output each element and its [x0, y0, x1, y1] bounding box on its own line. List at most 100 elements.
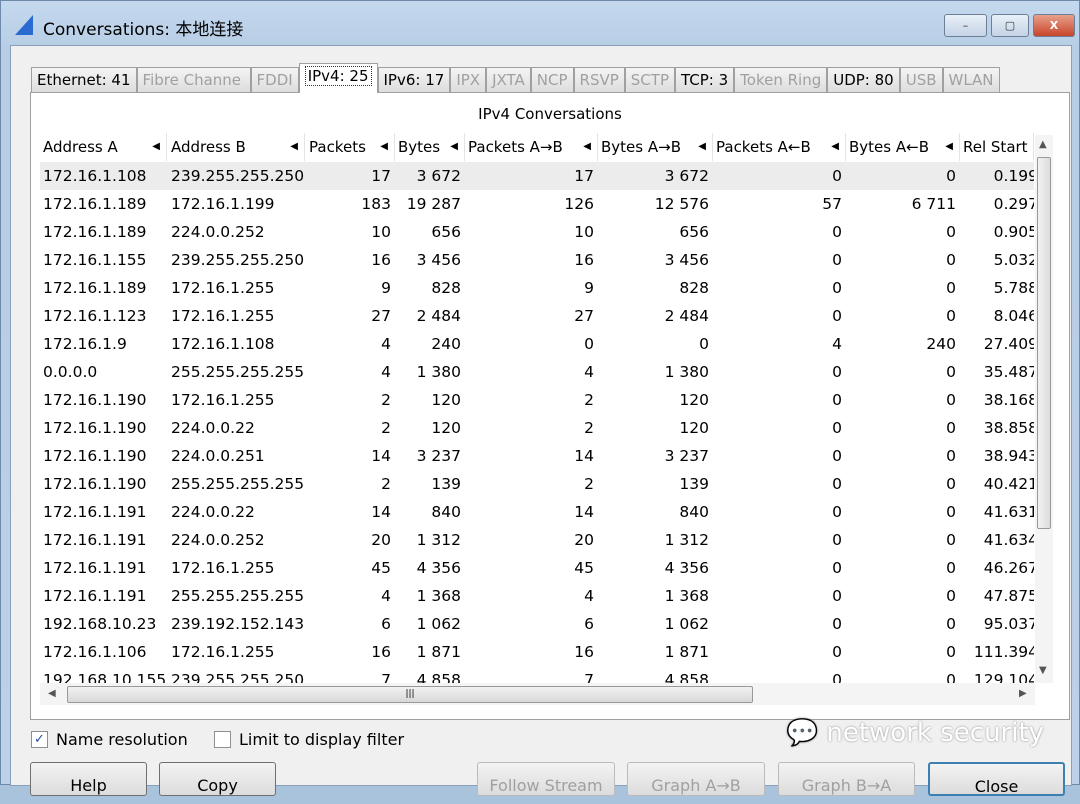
- column-header-0[interactable]: Address A ◀: [40, 133, 167, 161]
- tab-ipx[interactable]: IPX: [450, 67, 487, 93]
- table-row[interactable]: 172.16.1.190 224.0.0.251 14 3 237 14 3 237 0 0 3…: [40, 442, 1034, 470]
- name-resolution-checkbox[interactable]: ✓ Name resolution: [31, 730, 188, 749]
- table-row[interactable]: 0.0.0.0 255.255.255.255 4 1 380 4 1 380 0 0 35.4…: [40, 358, 1034, 386]
- table-row[interactable]: 172.16.1.191 172.16.1.255 45 4 356 45 4 356 0 0…: [40, 554, 1034, 582]
- cell-1: 239.192.152.143: [171, 615, 305, 633]
- table-row[interactable]: 172.16.1.190 224.0.0.22 2 120 2 120 0 0 38.858: [40, 414, 1034, 442]
- vertical-scrollbar[interactable]: ▲ ▼: [1035, 135, 1053, 683]
- tab-label: Ethernet: 41: [37, 71, 131, 89]
- tab-label: NCP: [536, 71, 568, 89]
- cell-2: 27: [371, 307, 391, 325]
- cell-1: 172.16.1.255: [171, 643, 275, 661]
- checkmark-icon[interactable]: ✓: [31, 731, 48, 748]
- maximize-button[interactable]: ▢: [991, 14, 1029, 37]
- cell-0: 172.16.1.190: [43, 391, 147, 409]
- sort-arrow-icon: ◀: [945, 141, 953, 152]
- table-row[interactable]: 172.16.1.190 172.16.1.255 2 120 2 120 0 0 38.168: [40, 386, 1034, 414]
- cell-5: 139: [679, 475, 709, 493]
- table-row[interactable]: 172.16.1.191 224.0.0.22 14 840 14 840 0 0 41.631: [40, 498, 1034, 526]
- column-header-5[interactable]: Bytes A→B ◀: [598, 133, 713, 161]
- cell-4: 14: [574, 503, 594, 521]
- scroll-right-icon[interactable]: ▶: [1019, 688, 1027, 699]
- cell-3: 139: [431, 475, 461, 493]
- tab-fibre-channe[interactable]: Fibre Channe: [136, 67, 251, 93]
- cell-5: 1 368: [664, 587, 709, 605]
- tab-label: WLAN: [948, 71, 994, 89]
- tab-wlan[interactable]: WLAN: [942, 67, 1000, 93]
- checkbox-box[interactable]: [214, 731, 231, 748]
- tab-rsvp[interactable]: RSVP: [573, 67, 625, 93]
- column-label: Rel Start: [963, 138, 1028, 156]
- cell-7: 0: [946, 251, 956, 269]
- cell-1: 172.16.1.199: [171, 195, 275, 213]
- cell-5: 1 380: [664, 363, 709, 381]
- tab-sctp[interactable]: SCTP: [624, 67, 675, 93]
- tab-fddi[interactable]: FDDI: [250, 67, 299, 93]
- table-row[interactable]: 172.16.1.189 224.0.0.252 10 656 10 656 0 0 0.905: [40, 218, 1034, 246]
- scroll-down-icon[interactable]: ▼: [1039, 665, 1047, 676]
- cell-7: 0: [946, 475, 956, 493]
- tab-tcp-3[interactable]: TCP: 3: [674, 67, 735, 93]
- tab-label: Fibre Channe: [142, 71, 242, 89]
- cell-6: 4: [832, 335, 842, 353]
- minimize-button[interactable]: –: [944, 14, 987, 37]
- tab-udp-80[interactable]: UDP: 80: [827, 67, 900, 93]
- table-row[interactable]: 172.16.1.108 239.255.255.250 17 3 672 17 3 67…: [40, 162, 1034, 190]
- tab-label: USB: [905, 71, 937, 89]
- table-row[interactable]: 172.16.1.189 172.16.1.255 9 828 9 828 0 0 5.788: [40, 274, 1034, 302]
- cell-2: 14: [371, 447, 391, 465]
- graph-a-to-b-button[interactable]: Graph A→B: [627, 762, 765, 796]
- column-header-2[interactable]: Packets ◀: [306, 133, 395, 161]
- column-header-7[interactable]: Bytes A←B ◀: [846, 133, 960, 161]
- cell-6: 0: [832, 251, 842, 269]
- cell-0: 172.16.1.9: [43, 335, 127, 353]
- cell-7: 6 711: [911, 195, 956, 213]
- tab-ipv6-17[interactable]: IPv6: 17: [377, 67, 451, 93]
- tab-jxta[interactable]: JXTA: [486, 67, 531, 93]
- close-button[interactable]: Close: [928, 762, 1065, 796]
- cell-5: 12 576: [654, 195, 709, 213]
- tab-usb[interactable]: USB: [899, 67, 943, 93]
- cell-3: 3 237: [416, 447, 461, 465]
- column-header-6[interactable]: Packets A←B ◀: [713, 133, 846, 161]
- cell-8: 0.199: [993, 167, 1034, 185]
- table-row[interactable]: 172.16.1.189 172.16.1.199 183 19 287 126 12 5…: [40, 190, 1034, 218]
- tab-token-ring[interactable]: Token Ring: [734, 67, 828, 93]
- table-row[interactable]: 172.16.1.9 172.16.1.108 4 240 0 0 4 240 27.409: [40, 330, 1034, 358]
- horizontal-scroll-thumb[interactable]: |||: [67, 686, 753, 703]
- table-row[interactable]: 172.16.1.123 172.16.1.255 27 2 484 27 2 484 0 0…: [40, 302, 1034, 330]
- scroll-left-icon[interactable]: ◀: [48, 688, 56, 699]
- column-header-4[interactable]: Packets A→B ◀: [465, 133, 598, 161]
- window-title: Conversations: 本地连接: [43, 20, 244, 40]
- tab-ipv4-25[interactable]: IPv4: 25: [298, 63, 378, 93]
- horizontal-scrollbar[interactable]: ◀ ||| ▶: [40, 683, 1035, 705]
- cell-1: 255.255.255.255: [171, 363, 305, 381]
- cell-6: 0: [832, 363, 842, 381]
- column-header-8[interactable]: Rel Start: [960, 133, 1034, 161]
- table-row[interactable]: 172.16.1.190 255.255.255.255 2 139 2 139 0 0 40.…: [40, 470, 1034, 498]
- table-row[interactable]: 172.16.1.155 239.255.255.250 16 3 456 16 3 45…: [40, 246, 1034, 274]
- cell-4: 16: [574, 643, 594, 661]
- vertical-scroll-thumb[interactable]: [1037, 157, 1051, 529]
- tab-ncp[interactable]: NCP: [530, 67, 574, 93]
- follow-stream-button[interactable]: Follow Stream: [477, 762, 615, 796]
- table-row[interactable]: 172.16.1.191 255.255.255.255 4 1 368 4 1 368 0…: [40, 582, 1034, 610]
- copy-button[interactable]: Copy: [159, 762, 276, 796]
- cell-0: 172.16.1.191: [43, 587, 147, 605]
- column-header-1[interactable]: Address B ◀: [168, 133, 305, 161]
- cell-8: 40.421: [983, 475, 1034, 493]
- scroll-up-icon[interactable]: ▲: [1039, 139, 1047, 150]
- table-row[interactable]: 192.168.10.23 239.192.152.143 6 1 062 6 1 062…: [40, 610, 1034, 638]
- limit-filter-checkbox[interactable]: Limit to display filter: [214, 730, 404, 749]
- table-row[interactable]: 172.16.1.106 172.16.1.255 16 1 871 16 1 871 0 0…: [40, 638, 1034, 666]
- cell-8: 46.267: [983, 559, 1034, 577]
- help-button[interactable]: Help: [30, 762, 147, 796]
- cell-8: 5.788: [993, 279, 1034, 297]
- column-header-3[interactable]: Bytes ◀: [395, 133, 465, 161]
- graph-b-to-a-button[interactable]: Graph B→A: [778, 762, 915, 796]
- close-window-button[interactable]: X: [1033, 14, 1075, 37]
- table-row[interactable]: 172.16.1.191 224.0.0.252 20 1 312 20 1 312 0 0 4…: [40, 526, 1034, 554]
- cell-6: 0: [832, 643, 842, 661]
- cell-7: 0: [946, 531, 956, 549]
- tab-ethernet-41[interactable]: Ethernet: 41: [31, 67, 137, 93]
